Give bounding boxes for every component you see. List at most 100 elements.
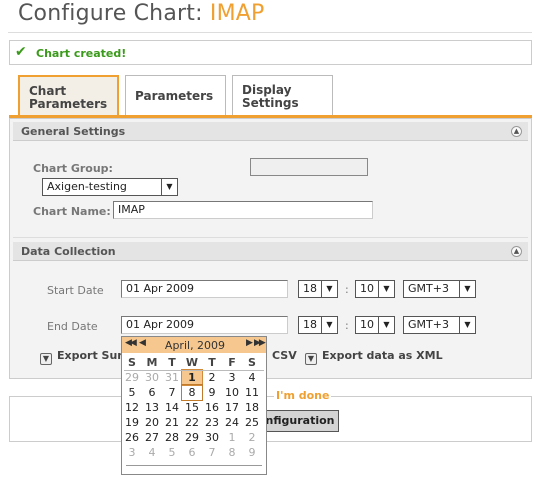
- weekday-label: S: [248, 356, 256, 369]
- select-value: 10: [360, 318, 374, 331]
- next-month-icon[interactable]: ▶: [246, 338, 253, 348]
- end-date-input[interactable]: 01 Apr 2009: [121, 316, 288, 334]
- weekday-label: T: [208, 356, 216, 369]
- notice-message: Chart created!: [36, 47, 127, 60]
- calendar-day[interactable]: 18: [242, 400, 262, 415]
- calendar-week: 5 6 7 8 9 10 11: [122, 384, 266, 401]
- calendar-day[interactable]: 10: [222, 385, 242, 400]
- select-value: GMT+3: [408, 318, 449, 331]
- chevron-down-icon: ▼: [161, 179, 177, 195]
- download-icon: ▼: [305, 353, 317, 365]
- tab-display-settings[interactable]: Display Settings: [232, 75, 333, 115]
- chart-group-field[interactable]: [250, 158, 368, 176]
- calendar-day[interactable]: 4: [142, 445, 162, 460]
- start-minute-select[interactable]: 10 ▼: [355, 280, 395, 298]
- calendar-day[interactable]: 31: [162, 370, 182, 385]
- next-year-icon[interactable]: ▶▶: [254, 338, 266, 348]
- calendar-day[interactable]: 30: [202, 430, 222, 445]
- calendar-week: 29 30 31 1 2 3 4: [122, 369, 266, 386]
- export-summary-link[interactable]: ▼ Export Sum: [40, 349, 129, 365]
- title-divider: [8, 32, 532, 33]
- calendar-day[interactable]: 28: [162, 430, 182, 445]
- export-xml-link[interactable]: ▼ Export data as XML: [305, 349, 443, 365]
- calendar-day[interactable]: 29: [122, 370, 142, 385]
- calendar-day[interactable]: 24: [222, 415, 242, 430]
- export-csv-link[interactable]: CSV: [272, 349, 297, 362]
- calendar-day[interactable]: 6: [142, 385, 162, 400]
- data-collection-header[interactable]: Data Collection ▲: [13, 242, 528, 261]
- chart-group-label: Chart Group:: [33, 162, 113, 175]
- calendar-day[interactable]: 13: [142, 400, 162, 415]
- calendar-day[interactable]: 19: [122, 415, 142, 430]
- calendar-week: 3456789: [122, 445, 266, 460]
- chevron-down-icon: ▼: [459, 281, 475, 297]
- calendar-day[interactable]: 20: [142, 415, 162, 430]
- tab-chart-parameters[interactable]: Chart Parameters: [18, 75, 119, 116]
- calendar-day[interactable]: 2: [202, 370, 222, 385]
- start-hour-select[interactable]: 18 ▼: [298, 280, 338, 298]
- calendar-day[interactable]: 8: [222, 445, 242, 460]
- calendar-day[interactable]: 30: [142, 370, 162, 385]
- calendar-day[interactable]: 1: [222, 430, 242, 445]
- calendar-week: 12 13 14 15 16 17 18: [122, 400, 266, 415]
- chevron-down-icon: ▼: [321, 281, 337, 297]
- calendar-day[interactable]: 29: [182, 430, 202, 445]
- calendar-day[interactable]: 17: [222, 400, 242, 415]
- calendar-day[interactable]: 23: [202, 415, 222, 430]
- calendar-day[interactable]: 14: [162, 400, 182, 415]
- calendar-day[interactable]: 3: [222, 370, 242, 385]
- tab-parameters[interactable]: Parameters: [125, 75, 226, 115]
- calendar-day[interactable]: 1: [181, 369, 203, 386]
- calendar-day[interactable]: 26: [122, 430, 142, 445]
- end-minute-select[interactable]: 10 ▼: [355, 316, 395, 334]
- collapse-icon[interactable]: ▲: [511, 246, 522, 257]
- chart-group-select[interactable]: Axigen-testing ▼: [42, 178, 178, 196]
- tab-label: Parameters: [135, 89, 214, 103]
- export-xml-label: Export data as XML: [322, 349, 443, 362]
- general-settings-header[interactable]: General Settings ▲: [13, 122, 528, 141]
- select-value: GMT+3: [408, 282, 449, 295]
- calendar-day[interactable]: 7: [202, 445, 222, 460]
- calendar-day[interactable]: 11: [242, 385, 262, 400]
- calendar-day[interactable]: 15: [182, 400, 202, 415]
- calendar-day[interactable]: 7: [162, 385, 182, 400]
- calendar-day[interactable]: 9: [242, 445, 262, 460]
- start-date-input[interactable]: 01 Apr 2009: [121, 280, 288, 298]
- weekday-label: S: [128, 356, 136, 369]
- calendar-day[interactable]: 9: [202, 385, 222, 400]
- calendar-day[interactable]: 27: [142, 430, 162, 445]
- calendar-day[interactable]: 21: [162, 415, 182, 430]
- calendar-day[interactable]: 2: [242, 430, 262, 445]
- calendar-day[interactable]: 8: [181, 384, 203, 401]
- prev-year-icon[interactable]: ◀◀: [125, 338, 137, 348]
- chevron-down-icon: ▼: [378, 281, 394, 297]
- chart-name-title: IMAP: [209, 1, 265, 26]
- export-csv-label: CSV: [272, 349, 297, 362]
- calendar-day[interactable]: 16: [202, 400, 222, 415]
- select-value: 18: [303, 318, 317, 331]
- calendar-day[interactable]: 5: [162, 445, 182, 460]
- checkmark-icon: ✔: [15, 44, 27, 60]
- chart-name-input[interactable]: IMAP: [113, 201, 373, 219]
- end-timezone-select[interactable]: GMT+3 ▼: [403, 316, 476, 334]
- section-title: Data Collection: [21, 245, 116, 258]
- end-hour-select[interactable]: 18 ▼: [298, 316, 338, 334]
- start-timezone-select[interactable]: GMT+3 ▼: [403, 280, 476, 298]
- calendar-day[interactable]: 6: [182, 445, 202, 460]
- prev-month-icon[interactable]: ◀: [139, 338, 146, 348]
- collapse-icon[interactable]: ▲: [511, 126, 522, 137]
- calendar-day[interactable]: 4: [242, 370, 262, 385]
- calendar-day[interactable]: 3: [122, 445, 142, 460]
- calendar-divider: [124, 370, 264, 371]
- success-notice: ✔ Chart created!: [9, 40, 532, 65]
- calendar-day[interactable]: 12: [122, 400, 142, 415]
- save-configuration-button[interactable]: onfiguration: [255, 410, 339, 432]
- calendar-day[interactable]: 22: [182, 415, 202, 430]
- calendar-header: ◀◀ ◀ April, 2009 ▶ ▶▶: [122, 337, 266, 353]
- calendar-day[interactable]: 25: [242, 415, 262, 430]
- page-title-prefix: Configure Chart:: [18, 1, 203, 26]
- calendar-day[interactable]: 5: [122, 385, 142, 400]
- calendar-month-label: April, 2009: [164, 339, 226, 352]
- date-picker-popup: ◀◀ ◀ April, 2009 ▶ ▶▶ S M T W T F S 29 30 31 1 2 3 4 5…: [121, 336, 267, 475]
- export-summary-label: Export Sum: [57, 349, 129, 362]
